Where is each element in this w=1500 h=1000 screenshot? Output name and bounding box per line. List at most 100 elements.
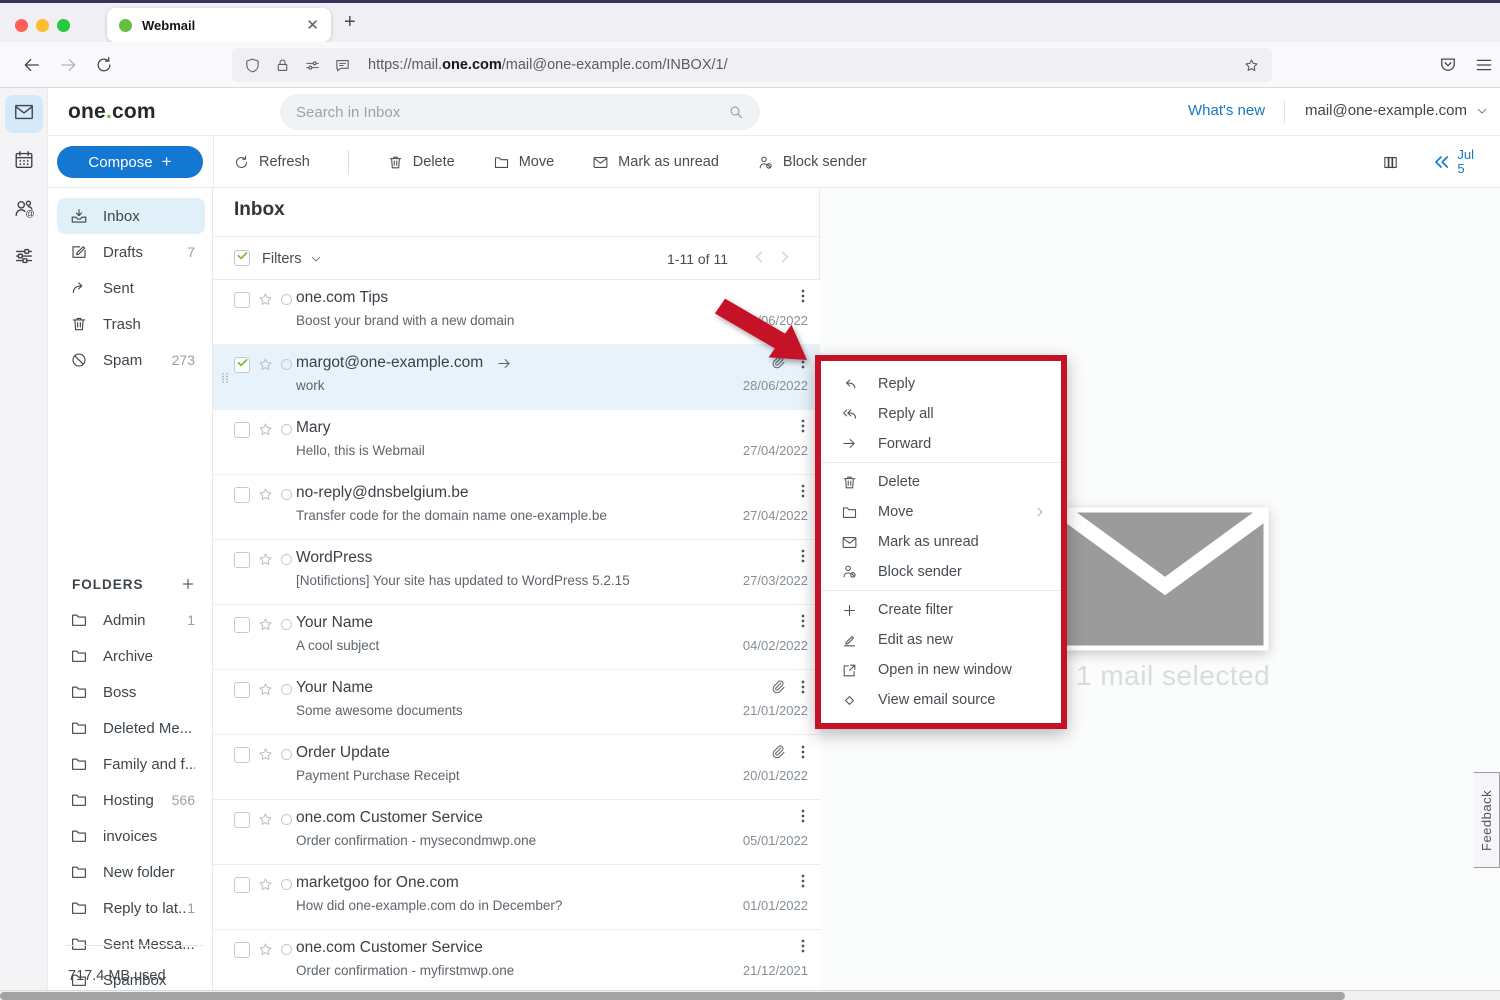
drag-handle-icon[interactable] <box>219 368 231 388</box>
email-checkbox[interactable] <box>234 487 250 503</box>
star-icon[interactable] <box>257 746 274 763</box>
page-next-icon[interactable] <box>776 248 794 266</box>
folder-item[interactable]: Deleted Me... <box>57 710 205 746</box>
email-row[interactable]: one.com Customer Service Order confirmat… <box>213 800 820 865</box>
read-status-icon[interactable] <box>279 747 294 762</box>
email-checkbox[interactable] <box>234 942 250 958</box>
sidebar-item[interactable]: Inbox <box>57 198 205 234</box>
folder-item[interactable]: Admin 1 <box>57 602 205 638</box>
star-icon[interactable] <box>257 811 274 828</box>
email-row[interactable]: Your Name Some awesome documents 21/01/2… <box>213 670 820 735</box>
feedback-tab[interactable]: Feedback <box>1474 772 1500 868</box>
rail-contacts-button[interactable]: @ <box>5 191 43 229</box>
email-row[interactable]: one.com Customer Service Order confirmat… <box>213 930 820 995</box>
email-checkbox[interactable] <box>234 682 250 698</box>
row-kebab-menu-icon[interactable] <box>795 808 811 824</box>
folder-item[interactable]: Hosting 566 <box>57 782 205 818</box>
star-icon[interactable] <box>257 486 274 503</box>
email-checkbox[interactable] <box>234 747 250 763</box>
email-row[interactable]: Your Name A cool subject 04/02/2022 <box>213 605 820 670</box>
refresh-button[interactable]: Refresh <box>233 154 310 171</box>
star-icon[interactable] <box>257 876 274 893</box>
add-folder-button[interactable] <box>180 576 196 592</box>
sidebar-item[interactable]: Spam 273 <box>57 342 205 378</box>
email-checkbox[interactable] <box>234 812 250 828</box>
context-menu-item[interactable]: Forward <box>821 429 1061 463</box>
context-menu-item[interactable]: Mark as unread <box>821 527 1061 557</box>
email-checkbox[interactable] <box>234 552 250 568</box>
email-row[interactable]: Mary Hello, this is Webmail 27/04/2022 <box>213 410 820 475</box>
permissions-icon[interactable] <box>304 57 321 74</box>
window-minimize-button[interactable] <box>36 19 49 32</box>
star-icon[interactable] <box>257 681 274 698</box>
pocket-icon[interactable] <box>1438 55 1458 75</box>
browser-tab[interactable]: Webmail ✕ <box>107 8 331 42</box>
read-status-icon[interactable] <box>279 422 294 437</box>
star-icon[interactable] <box>257 616 274 633</box>
date-indicator[interactable]: Jul5 <box>1457 148 1474 176</box>
email-checkbox[interactable] <box>234 877 250 893</box>
context-menu-item[interactable]: Move <box>821 497 1061 527</box>
bookmark-star-icon[interactable] <box>1243 57 1260 74</box>
read-status-icon[interactable] <box>279 942 294 957</box>
read-status-icon[interactable] <box>279 292 294 307</box>
context-menu-item[interactable]: Open in new window <box>821 655 1061 685</box>
menu-hamburger-icon[interactable] <box>1474 55 1494 75</box>
collapse-panel-icon[interactable] <box>1431 152 1451 172</box>
shield-icon[interactable] <box>244 57 261 74</box>
one-com-logo[interactable]: one.com <box>68 100 156 124</box>
page-prev-icon[interactable] <box>750 248 768 266</box>
compose-button[interactable]: Compose+ <box>57 146 203 178</box>
rail-calendar-button[interactable] <box>5 143 43 181</box>
context-menu-item[interactable]: Block sender <box>821 557 1061 591</box>
window-close-button[interactable] <box>15 19 28 32</box>
folder-item[interactable]: invoices <box>57 818 205 854</box>
move-button[interactable]: Move <box>493 154 554 171</box>
row-kebab-menu-icon[interactable] <box>795 744 811 760</box>
context-menu-item[interactable]: Create filter <box>821 595 1061 625</box>
email-row[interactable]: WordPress [Notifictions] Your site has u… <box>213 540 820 605</box>
rail-mail-button[interactable] <box>5 95 43 133</box>
context-menu-item[interactable]: Reply <box>821 369 1061 399</box>
read-status-icon[interactable] <box>279 487 294 502</box>
email-row[interactable]: marketgoo for One.com How did one-exampl… <box>213 865 820 930</box>
read-status-icon[interactable] <box>279 617 294 632</box>
folder-item[interactable]: Sent Messa... <box>57 926 205 962</box>
folder-item[interactable]: Archive <box>57 638 205 674</box>
email-checkbox[interactable] <box>234 422 250 438</box>
row-kebab-menu-icon[interactable] <box>795 483 811 499</box>
rail-settings-button[interactable] <box>5 239 43 277</box>
sidebar-item[interactable]: Drafts 7 <box>57 234 205 270</box>
tab-close-icon[interactable]: ✕ <box>306 16 319 34</box>
star-icon[interactable] <box>257 356 274 373</box>
context-menu-item[interactable]: Delete <box>821 467 1061 497</box>
star-icon[interactable] <box>257 291 274 308</box>
search-bar[interactable] <box>280 94 760 130</box>
email-checkbox[interactable] <box>234 357 250 373</box>
layout-columns-icon[interactable] <box>1382 154 1399 171</box>
email-row[interactable]: Order Update Payment Purchase Receipt 20… <box>213 735 820 800</box>
row-kebab-menu-icon[interactable] <box>795 613 811 629</box>
read-status-icon[interactable] <box>279 552 294 567</box>
account-menu[interactable]: mail@one-example.com <box>1305 102 1489 119</box>
lock-icon[interactable] <box>274 57 291 74</box>
email-checkbox[interactable] <box>234 292 250 308</box>
read-status-icon[interactable] <box>279 877 294 892</box>
sidebar-item[interactable]: Trash <box>57 306 205 342</box>
folder-item[interactable]: Family and f... <box>57 746 205 782</box>
read-status-icon[interactable] <box>279 812 294 827</box>
filters-dropdown[interactable]: Filters <box>262 251 323 267</box>
row-kebab-menu-icon[interactable] <box>795 938 811 954</box>
url-bar[interactable]: https://mail.one.com/mail@one-example.co… <box>232 48 1272 82</box>
forward-icon[interactable] <box>58 55 78 75</box>
delete-button[interactable]: Delete <box>387 154 455 171</box>
folder-item[interactable]: Reply to lat... 1 <box>57 890 205 926</box>
search-input[interactable] <box>296 104 728 121</box>
row-kebab-menu-icon[interactable] <box>795 679 811 695</box>
whats-new-link[interactable]: What's new <box>1188 102 1265 119</box>
window-maximize-button[interactable] <box>57 19 70 32</box>
context-menu-item[interactable]: Reply all <box>821 399 1061 429</box>
select-all-checkbox[interactable] <box>234 250 250 266</box>
row-kebab-menu-icon[interactable] <box>795 418 811 434</box>
context-menu-item[interactable]: Edit as new <box>821 625 1061 655</box>
